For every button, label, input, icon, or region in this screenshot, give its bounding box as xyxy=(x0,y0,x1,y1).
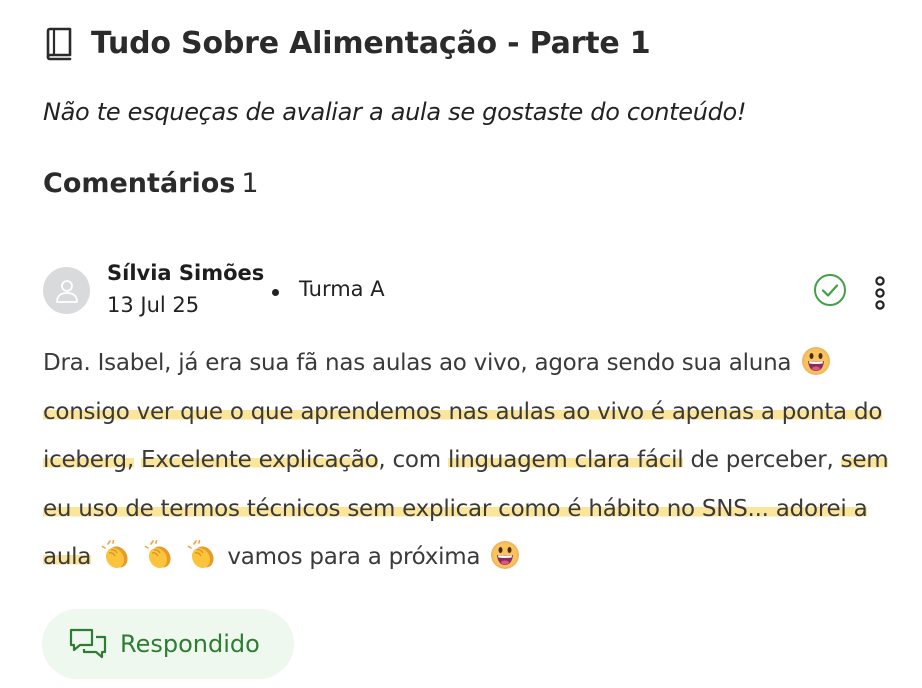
answered-label: Respondido xyxy=(120,630,260,658)
clapping-hands-icon xyxy=(144,540,171,569)
more-vertical-icon[interactable] xyxy=(870,276,890,310)
check-circle-icon[interactable] xyxy=(813,273,847,307)
answered-button[interactable]: Respondido xyxy=(42,609,294,679)
comment-text-part: , com xyxy=(378,447,441,473)
highlighted-text: linguagem clara fácil xyxy=(447,447,684,473)
comment-author[interactable]: Sílvia Simões xyxy=(107,261,264,285)
book-icon xyxy=(46,27,72,60)
chat-bubbles-icon xyxy=(69,628,107,659)
comment-text-part: vamos para a próxima xyxy=(227,544,481,570)
comment-group: Turma A xyxy=(299,277,385,301)
lesson-title: Tudo Sobre Alimentação - Parte 1 xyxy=(91,26,651,61)
clapping-hands-icon xyxy=(101,540,128,569)
comments-heading: Comentários 1 xyxy=(43,168,259,199)
comments-label: Comentários xyxy=(43,168,236,199)
clapping-hands-icon xyxy=(188,540,214,569)
highlighted-text: Excelente explicação xyxy=(140,447,379,473)
user-icon xyxy=(55,279,78,303)
comments-count: 1 xyxy=(241,168,259,199)
grinning-face-icon xyxy=(802,347,831,375)
comment-text-part: de perceber, xyxy=(690,447,834,473)
avatar xyxy=(43,267,90,314)
grinning-face-icon xyxy=(491,541,520,569)
lesson-header: Tudo Sobre Alimentação - Parte 1 xyxy=(43,26,651,61)
comment-text: Dra. Isabel, já era sua fã nas aulas ao … xyxy=(43,339,903,582)
comment-text-part: Dra. Isabel, já era sua fã nas aulas ao … xyxy=(43,350,792,376)
separator-dot xyxy=(272,289,279,296)
rating-reminder: Não te esqueças de avaliar a aula se gos… xyxy=(43,98,747,126)
comment-date: 13 Jul 25 xyxy=(107,293,200,317)
